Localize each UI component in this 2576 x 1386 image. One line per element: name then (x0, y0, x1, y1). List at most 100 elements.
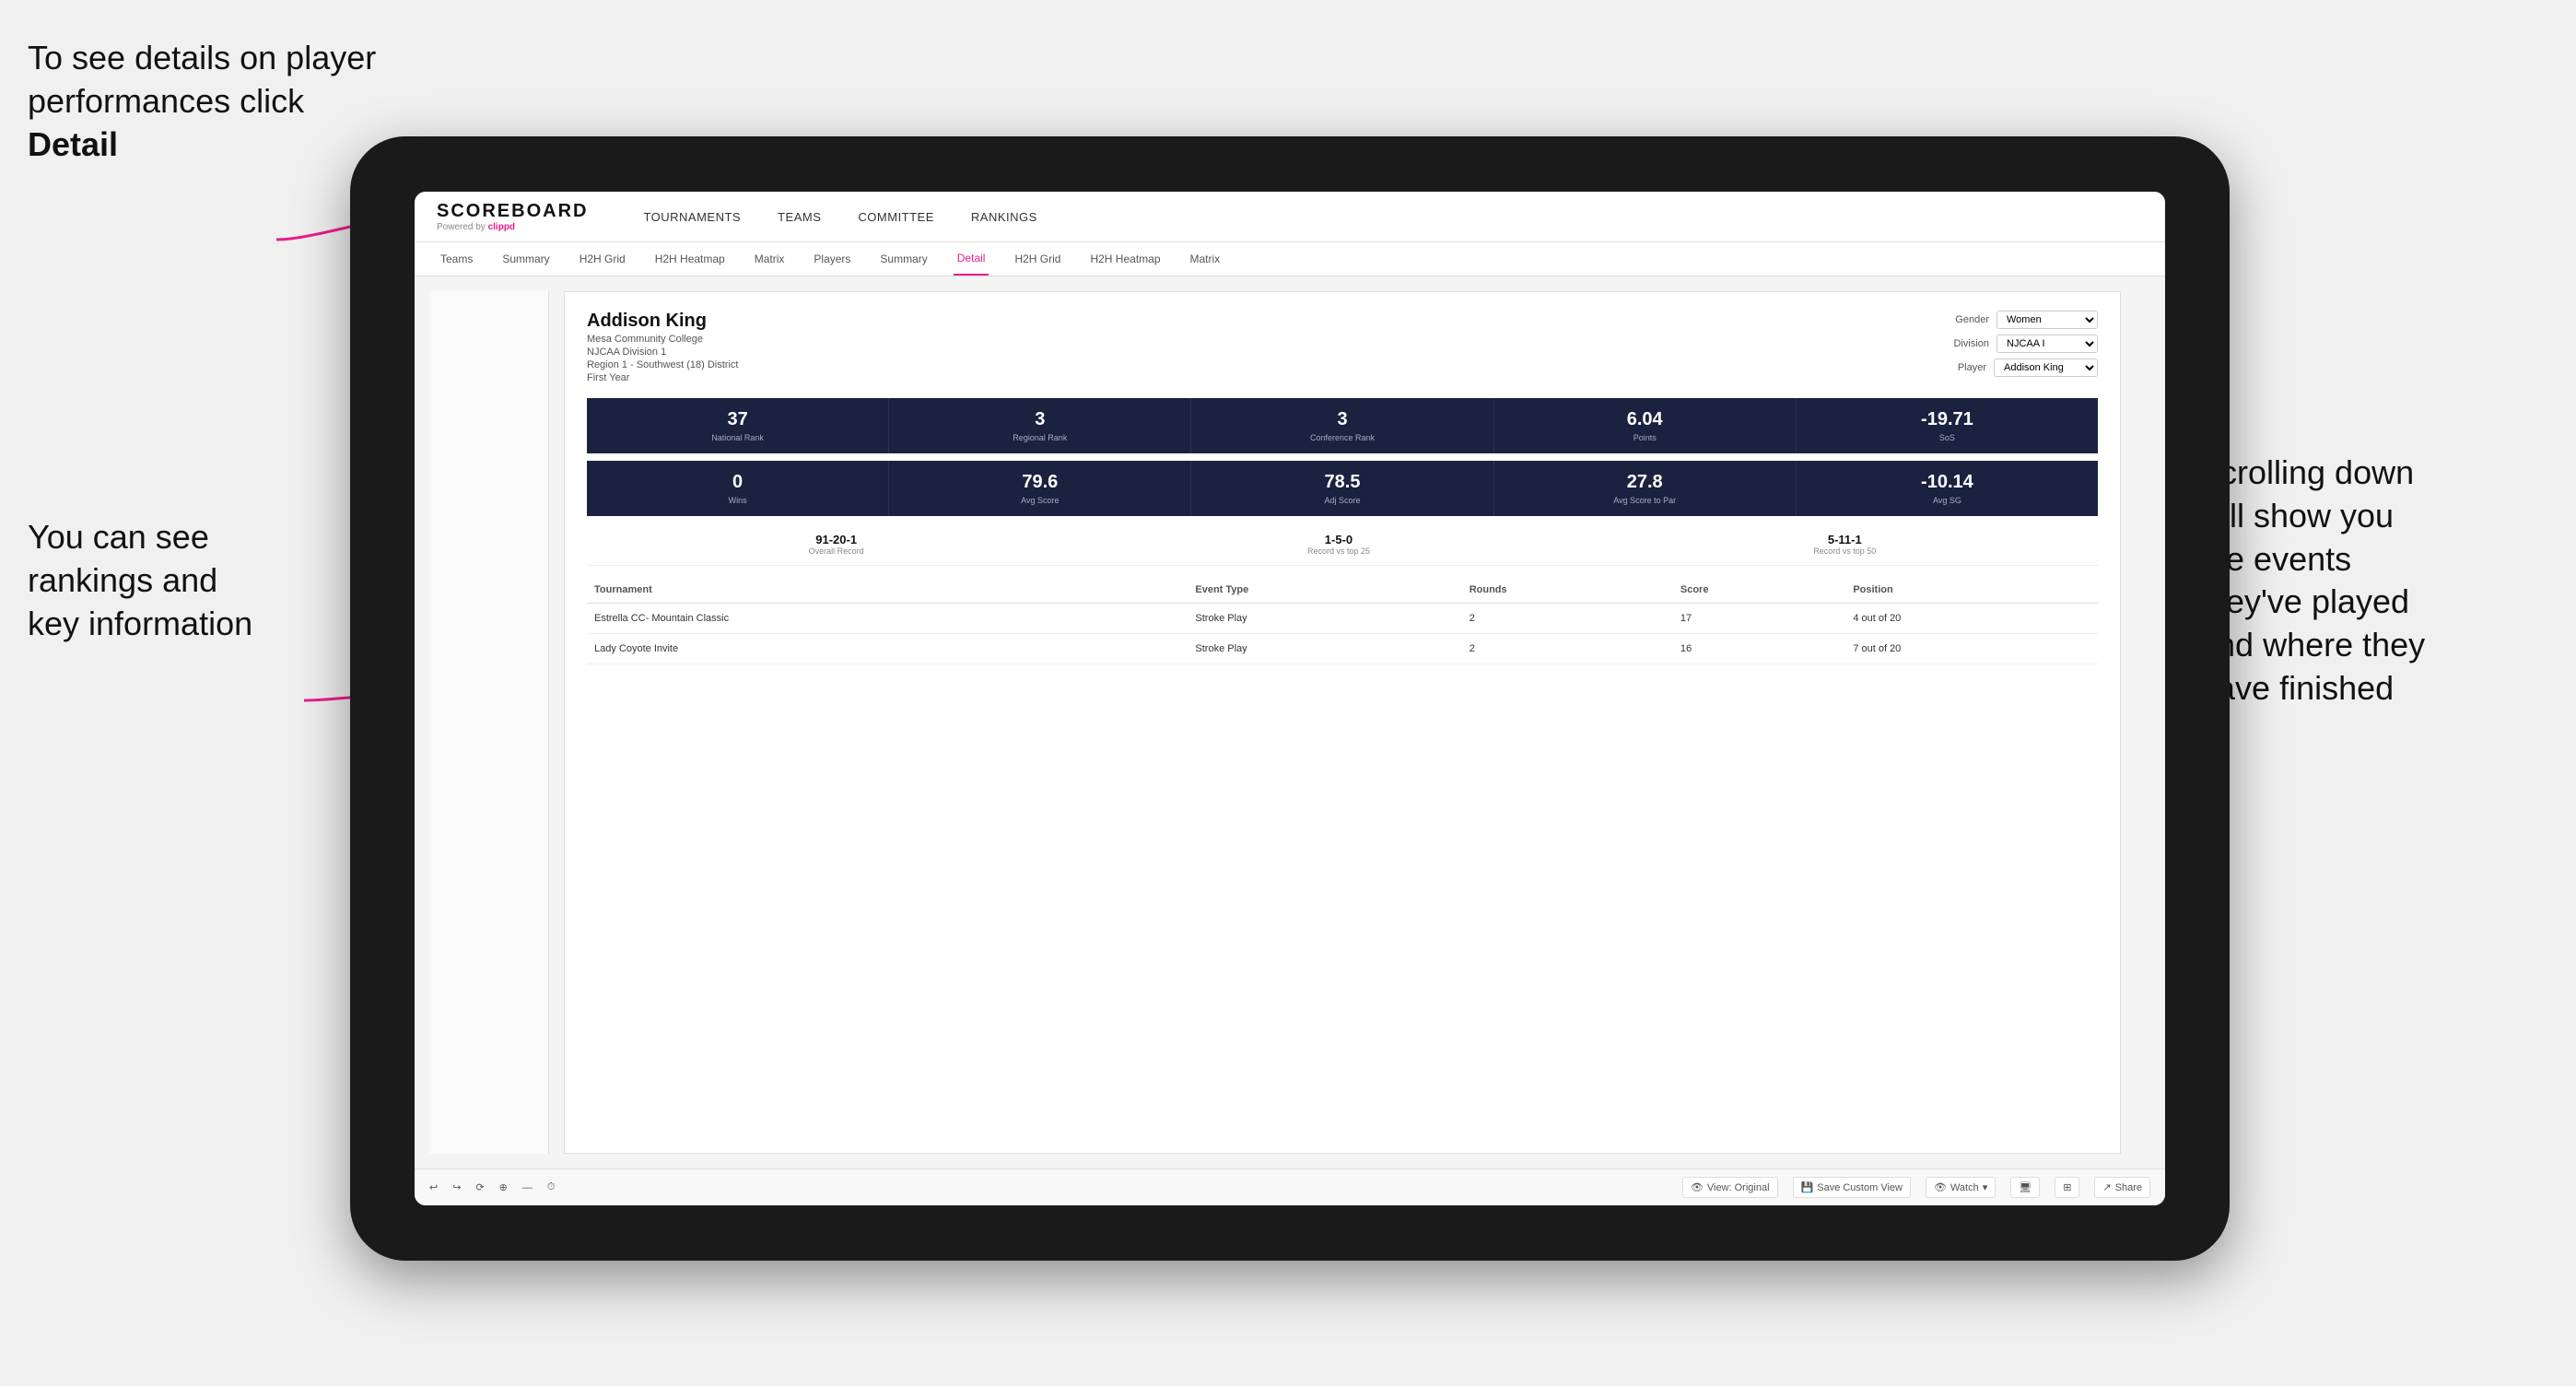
view-icon: 👁 (1691, 1181, 1704, 1193)
cell-event_type: Stroke Play (1188, 634, 1461, 664)
stat-cell: 78.5Adj Score (1191, 461, 1493, 516)
player-filters: Gender Women Men Division NJCAA I (1953, 311, 2098, 377)
toolbar-icon-redo[interactable]: ↪ (452, 1181, 461, 1193)
watch-btn[interactable]: 👁 Watch ▾ (1926, 1177, 1996, 1198)
record-row: 91-20-1Overall Record 1-5-0Record vs top … (587, 523, 2098, 566)
subnav-h2h-grid[interactable]: H2H Grid (576, 243, 629, 275)
toolbar-icon-refresh[interactable]: ⟳ (475, 1181, 484, 1193)
save-custom-btn[interactable]: 💾 Save Custom View (1793, 1177, 1911, 1198)
table-header: Position (1845, 577, 2098, 604)
sub-nav: Teams Summary H2H Grid H2H Heatmap Matri… (415, 242, 2165, 276)
view-original-btn[interactable]: 👁 View: Original (1682, 1177, 1778, 1198)
stat-cell: -19.71SoS (1797, 398, 2098, 453)
table-row: Estrella CC- Mountain ClassicStroke Play… (587, 604, 2098, 634)
gender-label: Gender (1955, 314, 1989, 325)
nav-rankings[interactable]: RANKINGS (971, 205, 1037, 229)
nav-tournaments[interactable]: TOURNAMENTS (643, 205, 741, 229)
subnav-detail[interactable]: Detail (954, 242, 989, 276)
tablet-screen: SCOREBOARD Powered by clippd TOURNAMENTS… (415, 192, 2165, 1205)
division-select[interactable]: NJCAA I NJCAA II (1996, 335, 2098, 353)
cell-position: 7 out of 20 (1845, 634, 2098, 664)
stat-cell: -10.14Avg SG (1797, 461, 2098, 516)
annotation-top-left: To see details on player performances cl… (28, 37, 378, 166)
grid-icon: ⊞ (2063, 1181, 2071, 1193)
subnav-teams[interactable]: Teams (437, 243, 476, 275)
table-header: Score (1673, 577, 1845, 604)
cell-score: 17 (1673, 604, 1845, 634)
stats-row-1: 37National Rank3Regional Rank3Conference… (587, 398, 2098, 453)
left-panel (429, 291, 549, 1154)
top-nav: SCOREBOARD Powered by clippd TOURNAMENTS… (415, 192, 2165, 242)
player-region: Region 1 - Southwest (18) District (587, 359, 738, 370)
toolbar-icon-zoom[interactable]: ⊕ (499, 1181, 508, 1193)
nav-teams[interactable]: TEAMS (778, 205, 821, 229)
stats-row-2: 0Wins79.6Avg Score78.5Adj Score27.8Avg S… (587, 461, 2098, 516)
record-item: 5-11-1Record vs top 50 (1813, 533, 1876, 556)
screen-btn[interactable]: 🖥 (2010, 1177, 2040, 1198)
player-info: Addison King Mesa Community College NJCA… (587, 311, 738, 383)
subnav-players[interactable]: Players (810, 243, 854, 275)
player-name: Addison King (587, 311, 738, 332)
tablet-frame: SCOREBOARD Powered by clippd TOURNAMENTS… (350, 136, 2230, 1261)
player-select[interactable]: Addison King (1994, 358, 2098, 377)
subnav-h2h-heatmap2[interactable]: H2H Heatmap (1086, 243, 1164, 275)
subnav-h2h-grid2[interactable]: H2H Grid (1011, 243, 1064, 275)
share-btn[interactable]: ↗ Share (2094, 1177, 2150, 1198)
player-label: Player (1958, 362, 1986, 373)
annotation-right: Scrolling down will show you the events … (2198, 452, 2548, 711)
table-header: Event Type (1188, 577, 1461, 604)
toolbar-icon-clock[interactable]: ⏱ (547, 1181, 556, 1193)
player-header: Addison King Mesa Community College NJCA… (587, 311, 2098, 383)
gender-select[interactable]: Women Men (1996, 311, 2098, 329)
player-school: Mesa Community College (587, 334, 738, 345)
stat-cell: 37National Rank (587, 398, 889, 453)
player-detail: Addison King Mesa Community College NJCA… (565, 292, 2120, 683)
record-item: 1-5-0Record vs top 25 (1307, 533, 1370, 556)
right-panel (2136, 291, 2150, 1154)
logo-powered: Powered by clippd (437, 222, 588, 232)
logo-area: SCOREBOARD Powered by clippd (437, 201, 588, 232)
subnav-h2h-heatmap[interactable]: H2H Heatmap (651, 243, 729, 275)
save-icon: 💾 (1801, 1181, 1814, 1193)
stat-cell: 27.8Avg Score to Par (1494, 461, 1797, 516)
stat-cell: 6.04Points (1494, 398, 1797, 453)
cell-event_type: Stroke Play (1188, 604, 1461, 634)
grid-btn[interactable]: ⊞ (2055, 1177, 2079, 1198)
annotation-bottom-left: You can see rankings and key information (28, 516, 322, 645)
table-header: Rounds (1462, 577, 1673, 604)
stat-cell: 3Regional Rank (889, 398, 1191, 453)
player-filter-row: Player Addison King (1958, 358, 2098, 377)
player-division: NJCAA Division 1 (587, 346, 738, 358)
cell-score: 16 (1673, 634, 1845, 664)
nav-committee[interactable]: COMMITTEE (858, 205, 934, 229)
table-row: Lady Coyote InviteStroke Play2167 out of… (587, 634, 2098, 664)
subnav-matrix[interactable]: Matrix (751, 243, 789, 275)
content-main: Addison King Mesa Community College NJCA… (564, 291, 2121, 1154)
cell-rounds: 2 (1462, 634, 1673, 664)
division-label: Division (1953, 338, 1989, 349)
division-filter-row: Division NJCAA I NJCAA II (1953, 335, 2098, 353)
stat-cell: 3Conference Rank (1191, 398, 1493, 453)
screen-icon: 🖥 (2019, 1181, 2032, 1193)
subnav-summary[interactable]: Summary (498, 243, 553, 275)
watch-chevron: ▾ (1983, 1181, 1988, 1193)
toolbar-icon-minus[interactable]: — (522, 1182, 533, 1193)
toolbar-icon-undo[interactable]: ↩ (429, 1181, 438, 1193)
cell-tournament: Estrella CC- Mountain Classic (587, 604, 1188, 634)
share-icon: ↗ (2102, 1181, 2111, 1193)
record-item: 91-20-1Overall Record (809, 533, 864, 556)
subnav-matrix2[interactable]: Matrix (1187, 243, 1224, 275)
toolbar: ↩ ↪ ⟳ ⊕ — ⏱ 👁 View: Original 💾 Save Cust… (415, 1169, 2165, 1205)
player-year: First Year (587, 372, 738, 383)
table-header: Tournament (587, 577, 1188, 604)
stat-cell: 0Wins (587, 461, 889, 516)
cell-tournament: Lady Coyote Invite (587, 634, 1188, 664)
cell-rounds: 2 (1462, 604, 1673, 634)
content-area: Addison King Mesa Community College NJCA… (415, 276, 2165, 1169)
gender-filter-row: Gender Women Men (1955, 311, 2098, 329)
stat-cell: 79.6Avg Score (889, 461, 1191, 516)
tournament-table: TournamentEvent TypeRoundsScorePosition … (587, 577, 2098, 664)
subnav-summary2[interactable]: Summary (876, 243, 931, 275)
watch-icon: 👁 (1934, 1181, 1947, 1193)
cell-position: 4 out of 20 (1845, 604, 2098, 634)
